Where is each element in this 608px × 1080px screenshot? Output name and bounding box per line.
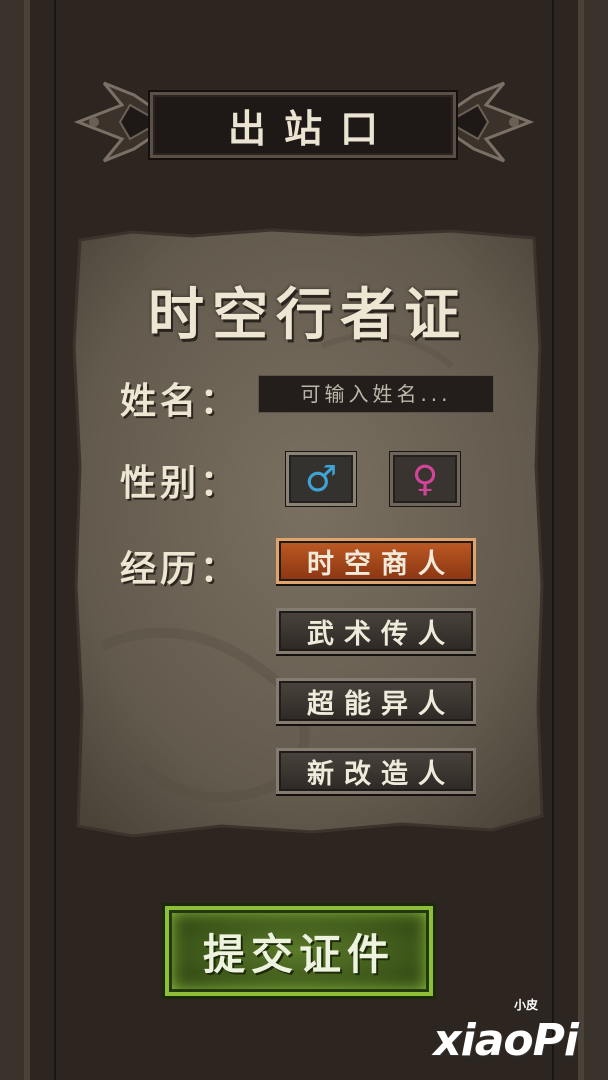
male-gender-button[interactable]: ♂ <box>286 452 356 506</box>
watermark-logo: 小皮 xiaoPi <box>433 996 579 1066</box>
watermark-text: xiaoPi <box>433 1015 579 1066</box>
submit-label: 提交证件 <box>202 929 395 979</box>
experience-option-label: 超能异人 <box>307 688 455 720</box>
male-symbol-icon: ♂ <box>304 458 338 500</box>
experience-option-label: 新改造人 <box>307 758 455 790</box>
experience-label: 经历： <box>120 549 241 590</box>
submit-button[interactable]: 提交证件 <box>165 906 433 996</box>
id-card-panel: 时空行者证 姓名： 性别： ♂ ♀ 经历： 时空商人 武术传人 超能异人 新改造… <box>72 226 544 842</box>
name-input[interactable] <box>258 375 494 413</box>
experience-option-time-merchant[interactable]: 时空商人 <box>276 538 476 584</box>
female-symbol-icon: ♀ <box>411 458 439 500</box>
experience-option-label: 时空商人 <box>307 548 455 580</box>
experience-option-superpower[interactable]: 超能异人 <box>276 678 476 724</box>
experience-option-cyborg[interactable]: 新改造人 <box>276 748 476 794</box>
gender-label: 性别： <box>120 463 241 504</box>
title-banner: 出站口 <box>150 92 456 158</box>
frame-edge-right <box>552 0 554 1080</box>
frame-edge-left <box>54 0 56 1080</box>
watermark-small-text: 小皮 <box>513 998 538 1012</box>
page-title: 出站口 <box>227 106 396 151</box>
card-title: 时空行者证 <box>148 283 468 348</box>
experience-option-label: 武术传人 <box>307 618 455 650</box>
name-label: 姓名： <box>120 381 241 422</box>
experience-option-martial-heir[interactable]: 武术传人 <box>276 608 476 654</box>
female-gender-button[interactable]: ♀ <box>390 452 460 506</box>
